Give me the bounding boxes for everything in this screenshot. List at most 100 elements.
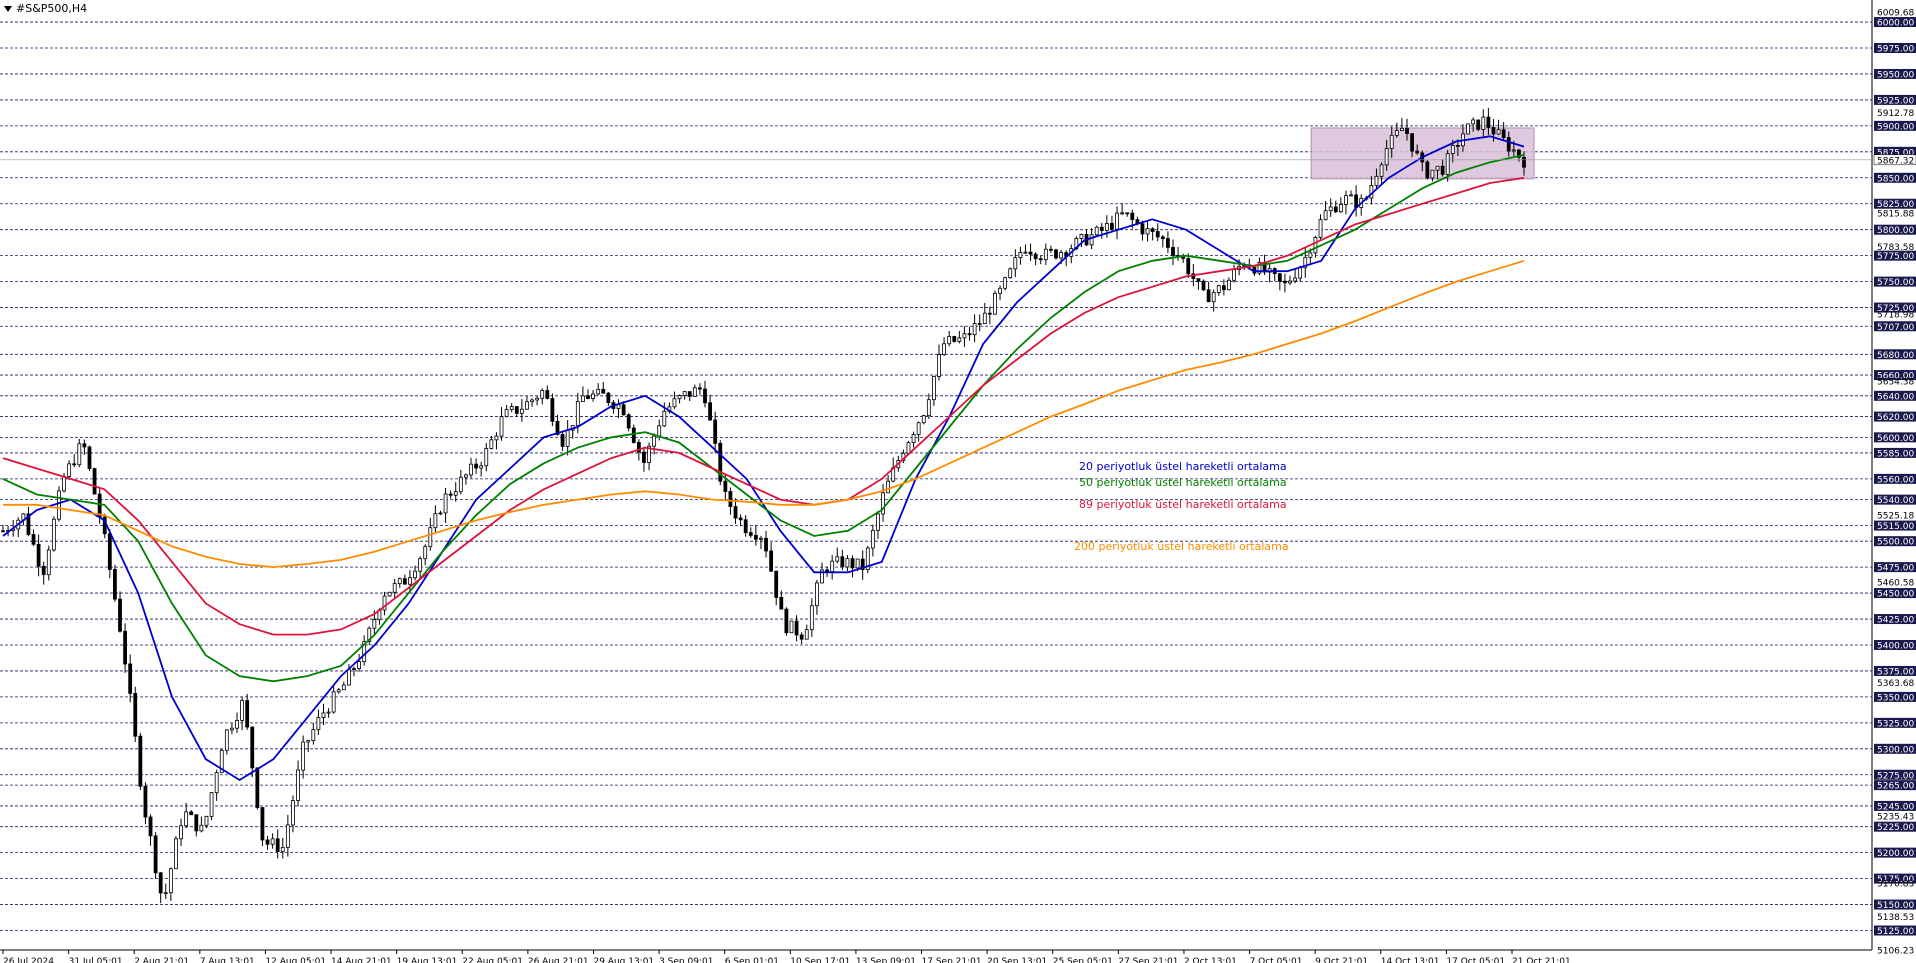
candle-body <box>774 570 779 598</box>
candle-body <box>962 333 967 339</box>
candle-body <box>1008 268 1013 279</box>
x-tick-label: 25 Sep 05:01 <box>1053 957 1113 963</box>
y-tick-label: 5950.00 <box>1877 70 1914 80</box>
candle-body <box>967 333 972 336</box>
candle-body <box>804 629 809 640</box>
candle-body <box>1089 234 1094 246</box>
candle-body <box>743 519 748 534</box>
candle-body <box>1506 137 1511 152</box>
candle-body <box>474 463 478 469</box>
x-tick-label: 27 Sep 21:01 <box>1118 957 1178 963</box>
y-tick-label: 5125.00 <box>1877 927 1914 937</box>
y-tick-label: 5900.00 <box>1877 122 1914 132</box>
candle-body <box>1110 223 1114 230</box>
candle-body <box>479 465 484 469</box>
candle-body <box>830 560 835 572</box>
candle-body <box>616 404 621 409</box>
candle-body <box>753 534 758 540</box>
candle-body <box>499 416 504 437</box>
candle-body <box>123 630 127 665</box>
x-tick-label: 17 Sep 21:01 <box>922 957 982 963</box>
candle-body <box>1125 212 1130 215</box>
candle-body <box>184 811 189 827</box>
candle-body <box>855 558 860 569</box>
y-tick-label: 5680.00 <box>1877 351 1914 361</box>
candle-body <box>1486 116 1491 128</box>
candle-body <box>530 399 534 403</box>
candle-body <box>504 409 509 418</box>
candle-body <box>107 533 112 570</box>
candle-body <box>657 425 662 437</box>
candle-body <box>433 513 438 529</box>
candle-body <box>428 527 433 548</box>
candle-body <box>1476 119 1481 130</box>
candlestick-chart[interactable]: 6000.005975.005950.005925.005900.005875.… <box>0 0 1916 963</box>
candle-body <box>540 390 545 399</box>
x-tick-label: 13 Sep 09:01 <box>856 957 916 963</box>
legend-label: 20 periyotluk üstel hareketli ortalama <box>1079 460 1287 473</box>
candle-body <box>1120 212 1125 215</box>
candle-body <box>326 711 331 714</box>
candle-body <box>1130 212 1135 221</box>
candle-body <box>341 684 346 691</box>
candle-body <box>1410 133 1414 152</box>
candle-body <box>280 846 285 852</box>
y-tick-label: 5450.00 <box>1877 590 1914 600</box>
candle-body <box>937 354 941 377</box>
y-tick-label: 5640.00 <box>1877 392 1914 402</box>
candle-body <box>62 475 66 492</box>
candle-body <box>1374 175 1379 186</box>
x-tick-label: 2 Oct 13:01 <box>1184 957 1237 963</box>
candle-body <box>545 390 550 399</box>
candle-body <box>57 490 61 520</box>
candle-body <box>158 872 163 894</box>
candle-body <box>1059 252 1063 259</box>
candle-body <box>692 387 697 397</box>
candle-body <box>270 838 275 845</box>
candle-body <box>1384 148 1389 166</box>
candle-body <box>1013 257 1018 270</box>
candle-body <box>809 605 814 631</box>
candle-body <box>1166 238 1170 248</box>
x-tick-label: 3 Sep 09:01 <box>659 957 713 963</box>
candle-body <box>972 323 977 336</box>
candle-body <box>1349 194 1353 197</box>
candle-body <box>1344 195 1348 205</box>
candle-body <box>789 620 794 634</box>
candle-body <box>713 419 718 444</box>
candle-body <box>926 399 931 417</box>
candle-body <box>581 395 585 402</box>
candle-body <box>230 727 234 731</box>
y-tick-label: 5600.00 <box>1877 434 1914 444</box>
candle-body <box>1430 169 1435 179</box>
candle-body <box>153 835 158 874</box>
candle-body <box>799 634 804 640</box>
candle-body <box>260 807 265 841</box>
candle-body <box>733 506 738 519</box>
legend-label: 50 periyotluk üstel hareketli ortalama <box>1079 476 1287 489</box>
candle-body <box>1394 130 1399 136</box>
chart-window[interactable]: #S&P500,H4 6000.00 5975.00 5950.00 5925.00 5… <box>0 0 1916 963</box>
candle-body <box>448 493 453 496</box>
y-tick-label: 5425.00 <box>1877 616 1914 626</box>
y-tick-label: 5245.00 <box>1877 802 1914 812</box>
x-tick-label: 14 Aug 21:01 <box>331 957 392 963</box>
candle-body <box>301 741 306 771</box>
candle-body <box>1405 127 1409 135</box>
candle-body <box>1323 210 1328 221</box>
candle-body <box>316 717 321 731</box>
candle-body <box>1511 149 1516 152</box>
candle-body <box>621 404 626 416</box>
candle-body <box>1140 223 1145 235</box>
candle-body <box>46 549 51 576</box>
candle-body <box>748 532 753 536</box>
candle-body <box>1186 258 1191 275</box>
candle-body <box>148 816 153 837</box>
y-tick-label: 5460.58 <box>1877 579 1914 589</box>
x-tick-label: 29 Aug 13:01 <box>593 957 654 963</box>
candle-body <box>586 395 590 399</box>
candle-body <box>514 406 519 414</box>
candle-body <box>240 700 244 721</box>
candle-body <box>1227 279 1231 291</box>
candle-body <box>336 689 341 693</box>
